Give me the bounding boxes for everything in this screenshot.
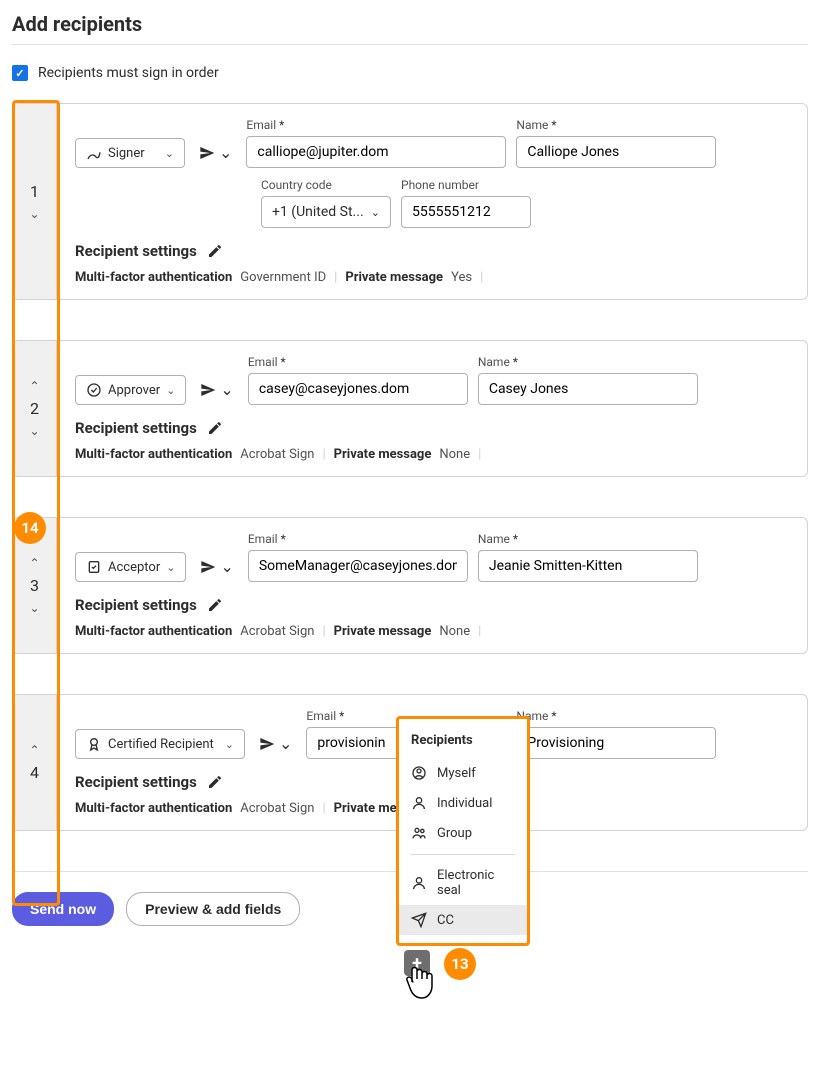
acceptor-icon bbox=[86, 559, 102, 575]
role-select[interactable]: Certified Recipient ⌄ bbox=[75, 729, 245, 759]
edit-icon[interactable] bbox=[207, 243, 223, 259]
popup-title: Recipients bbox=[399, 727, 527, 758]
order-column: ⌃ 2 ⌄ bbox=[13, 341, 57, 476]
phone-input[interactable] bbox=[401, 196, 531, 228]
pm-label: Private message bbox=[345, 270, 443, 285]
sign-order-row: ✓ Recipients must sign in order bbox=[12, 65, 808, 81]
pm-value: Yes bbox=[451, 270, 472, 285]
preview-button[interactable]: Preview & add fields bbox=[126, 892, 300, 926]
mfa-value: Government ID bbox=[240, 270, 326, 285]
page-title: Add recipients bbox=[12, 12, 808, 36]
email-label: Email * bbox=[246, 118, 506, 132]
order-number: 4 bbox=[30, 763, 39, 782]
settings-title: Recipient settings bbox=[75, 773, 197, 791]
order-number: 3 bbox=[30, 576, 39, 595]
email-input[interactable] bbox=[248, 550, 468, 582]
send-icon bbox=[259, 736, 275, 752]
name-label: Name * bbox=[478, 355, 698, 369]
sign-order-checkbox[interactable]: ✓ bbox=[12, 65, 28, 81]
order-number: 1 bbox=[30, 182, 39, 201]
delivery-method[interactable]: ⌄ bbox=[255, 728, 296, 759]
send-icon bbox=[199, 145, 215, 161]
annotation-badge-14: 14 bbox=[14, 512, 46, 544]
mfa-label: Multi-factor authentication bbox=[75, 447, 232, 462]
divider bbox=[12, 44, 808, 45]
move-up-icon[interactable]: ⌃ bbox=[29, 743, 39, 757]
myself-icon bbox=[411, 765, 427, 781]
email-label: Email * bbox=[248, 532, 468, 546]
individual-icon bbox=[411, 795, 427, 811]
signer-icon bbox=[86, 145, 102, 161]
mfa-value: Acrobat Sign bbox=[240, 447, 314, 462]
sign-order-label: Recipients must sign in order bbox=[38, 65, 219, 81]
pm-label: Private message bbox=[334, 624, 432, 639]
cc-icon bbox=[411, 912, 427, 928]
order-column: 1 ⌄ bbox=[13, 104, 57, 299]
settings-title: Recipient settings bbox=[75, 419, 197, 437]
country-select[interactable]: +1 (United St...⌄ bbox=[261, 196, 391, 228]
order-number: 2 bbox=[30, 399, 39, 418]
send-now-button[interactable]: Send now bbox=[12, 892, 114, 926]
phone-label: Phone number bbox=[401, 178, 531, 192]
annotation-badge-13: 13 bbox=[444, 948, 476, 980]
name-input[interactable] bbox=[516, 136, 716, 168]
popup-individual[interactable]: Individual bbox=[399, 788, 527, 818]
approver-icon bbox=[86, 382, 102, 398]
email-input[interactable] bbox=[248, 373, 468, 405]
email-input[interactable] bbox=[246, 136, 506, 168]
name-input[interactable] bbox=[478, 373, 698, 405]
role-select[interactable]: Acceptor ⌄ bbox=[75, 552, 186, 582]
name-input[interactable] bbox=[516, 727, 716, 759]
popup-group[interactable]: Group bbox=[399, 818, 527, 848]
mfa-label: Multi-factor authentication bbox=[75, 801, 232, 816]
settings-title: Recipient settings bbox=[75, 242, 197, 260]
move-down-icon[interactable]: ⌄ bbox=[29, 601, 39, 615]
popup-separator bbox=[411, 854, 515, 855]
eseal-icon bbox=[411, 875, 427, 891]
order-column: ⌃ 4 bbox=[13, 695, 57, 830]
move-up-icon[interactable]: ⌃ bbox=[29, 379, 39, 393]
mfa-label: Multi-factor authentication bbox=[75, 270, 232, 285]
name-label: Name * bbox=[478, 532, 698, 546]
send-icon bbox=[200, 559, 216, 575]
settings-title: Recipient settings bbox=[75, 596, 197, 614]
mfa-value: Acrobat Sign bbox=[240, 801, 314, 816]
popup-eseal[interactable]: Electronic seal bbox=[399, 861, 527, 905]
pm-value: None bbox=[439, 624, 470, 639]
recipient-card-2: ⌃ 2 ⌄ Approver ⌄ ⌄ Email * Name * bbox=[12, 340, 808, 477]
popup-myself[interactable]: Myself bbox=[399, 758, 527, 788]
name-input[interactable] bbox=[478, 550, 698, 582]
popup-cc[interactable]: CC bbox=[399, 905, 527, 935]
country-label: Country code bbox=[261, 178, 391, 192]
edit-icon[interactable] bbox=[207, 597, 223, 613]
group-icon bbox=[411, 825, 427, 841]
name-label: Name * bbox=[516, 709, 716, 723]
delivery-method[interactable]: ⌄ bbox=[196, 551, 237, 582]
recipients-popup: Recipients Myself Individual Group Elect… bbox=[396, 716, 530, 946]
recipient-card-1: 1 ⌄ Signer ⌄ ⌄ Email * Name * bbox=[12, 103, 808, 300]
email-label: Email * bbox=[248, 355, 468, 369]
move-down-icon[interactable]: ⌄ bbox=[29, 424, 39, 438]
mfa-value: Acrobat Sign bbox=[240, 624, 314, 639]
edit-icon[interactable] bbox=[207, 774, 223, 790]
move-up-icon[interactable]: ⌃ bbox=[29, 556, 39, 570]
send-icon bbox=[200, 382, 216, 398]
delivery-method[interactable]: ⌄ bbox=[196, 374, 237, 405]
move-down-icon[interactable]: ⌄ bbox=[29, 207, 39, 221]
role-select[interactable]: Approver ⌄ bbox=[75, 375, 186, 405]
name-label: Name * bbox=[516, 118, 716, 132]
mfa-label: Multi-factor authentication bbox=[75, 624, 232, 639]
pm-value: None bbox=[439, 447, 470, 462]
certified-icon bbox=[86, 736, 102, 752]
role-select[interactable]: Signer ⌄ bbox=[75, 138, 185, 168]
delivery-method[interactable]: ⌄ bbox=[195, 137, 236, 168]
recipient-card-3: ⌃ 3 ⌄ Acceptor ⌄ ⌄ Email * Name * bbox=[12, 517, 808, 654]
pm-label: Private message bbox=[334, 447, 432, 462]
cursor-hand-icon bbox=[402, 962, 436, 1006]
edit-icon[interactable] bbox=[207, 420, 223, 436]
